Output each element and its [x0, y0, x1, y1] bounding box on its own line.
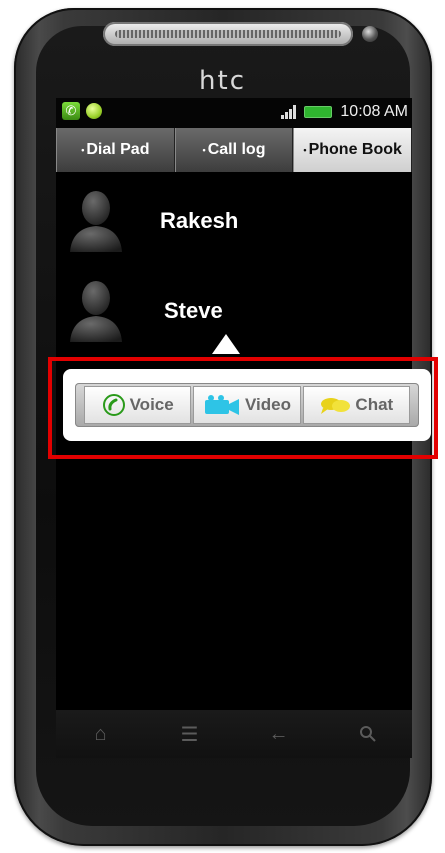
- home-icon: ⌂: [94, 722, 107, 745]
- back-arrow-icon: ←: [268, 722, 289, 745]
- search-button[interactable]: [323, 710, 412, 758]
- search-icon: [359, 726, 376, 742]
- avatar-icon: [70, 191, 122, 252]
- status-time: 10:08 AM: [340, 103, 408, 120]
- earpiece-speaker: [103, 22, 353, 46]
- signal-strength-icon: [281, 105, 297, 119]
- tab-bullet-icon: •: [303, 145, 307, 155]
- contact-name: Steve: [164, 298, 223, 323]
- call-notification-icon: ✆: [62, 102, 80, 120]
- brand-logo: htc: [199, 66, 246, 96]
- popup-pointer: [212, 334, 240, 354]
- app-notification-icon: [86, 103, 102, 119]
- menu-button[interactable]: ☰: [145, 710, 234, 758]
- hardware-nav-bar: ⌂ ☰ ←: [56, 710, 412, 758]
- highlight-box: [48, 357, 438, 459]
- battery-icon: [304, 106, 333, 118]
- contact-name: Rakesh: [160, 208, 239, 233]
- tab-phone-book[interactable]: • Phone Book: [293, 128, 412, 172]
- tab-call-log[interactable]: • Call log: [174, 128, 294, 172]
- tab-bullet-icon: •: [81, 145, 85, 155]
- front-camera: [362, 26, 378, 42]
- tab-bar: • Dial Pad • Call log • Phone Book: [56, 128, 412, 172]
- status-bar: ✆ 10:08 AM: [56, 98, 412, 128]
- tab-dial-pad[interactable]: • Dial Pad: [56, 128, 175, 172]
- home-button[interactable]: ⌂: [56, 710, 145, 758]
- avatar-icon: [70, 281, 122, 342]
- tab-bullet-icon: •: [202, 145, 206, 155]
- contact-row-rakesh[interactable]: Rakesh: [56, 182, 412, 256]
- back-button[interactable]: ←: [234, 710, 323, 758]
- menu-icon: ☰: [180, 723, 199, 746]
